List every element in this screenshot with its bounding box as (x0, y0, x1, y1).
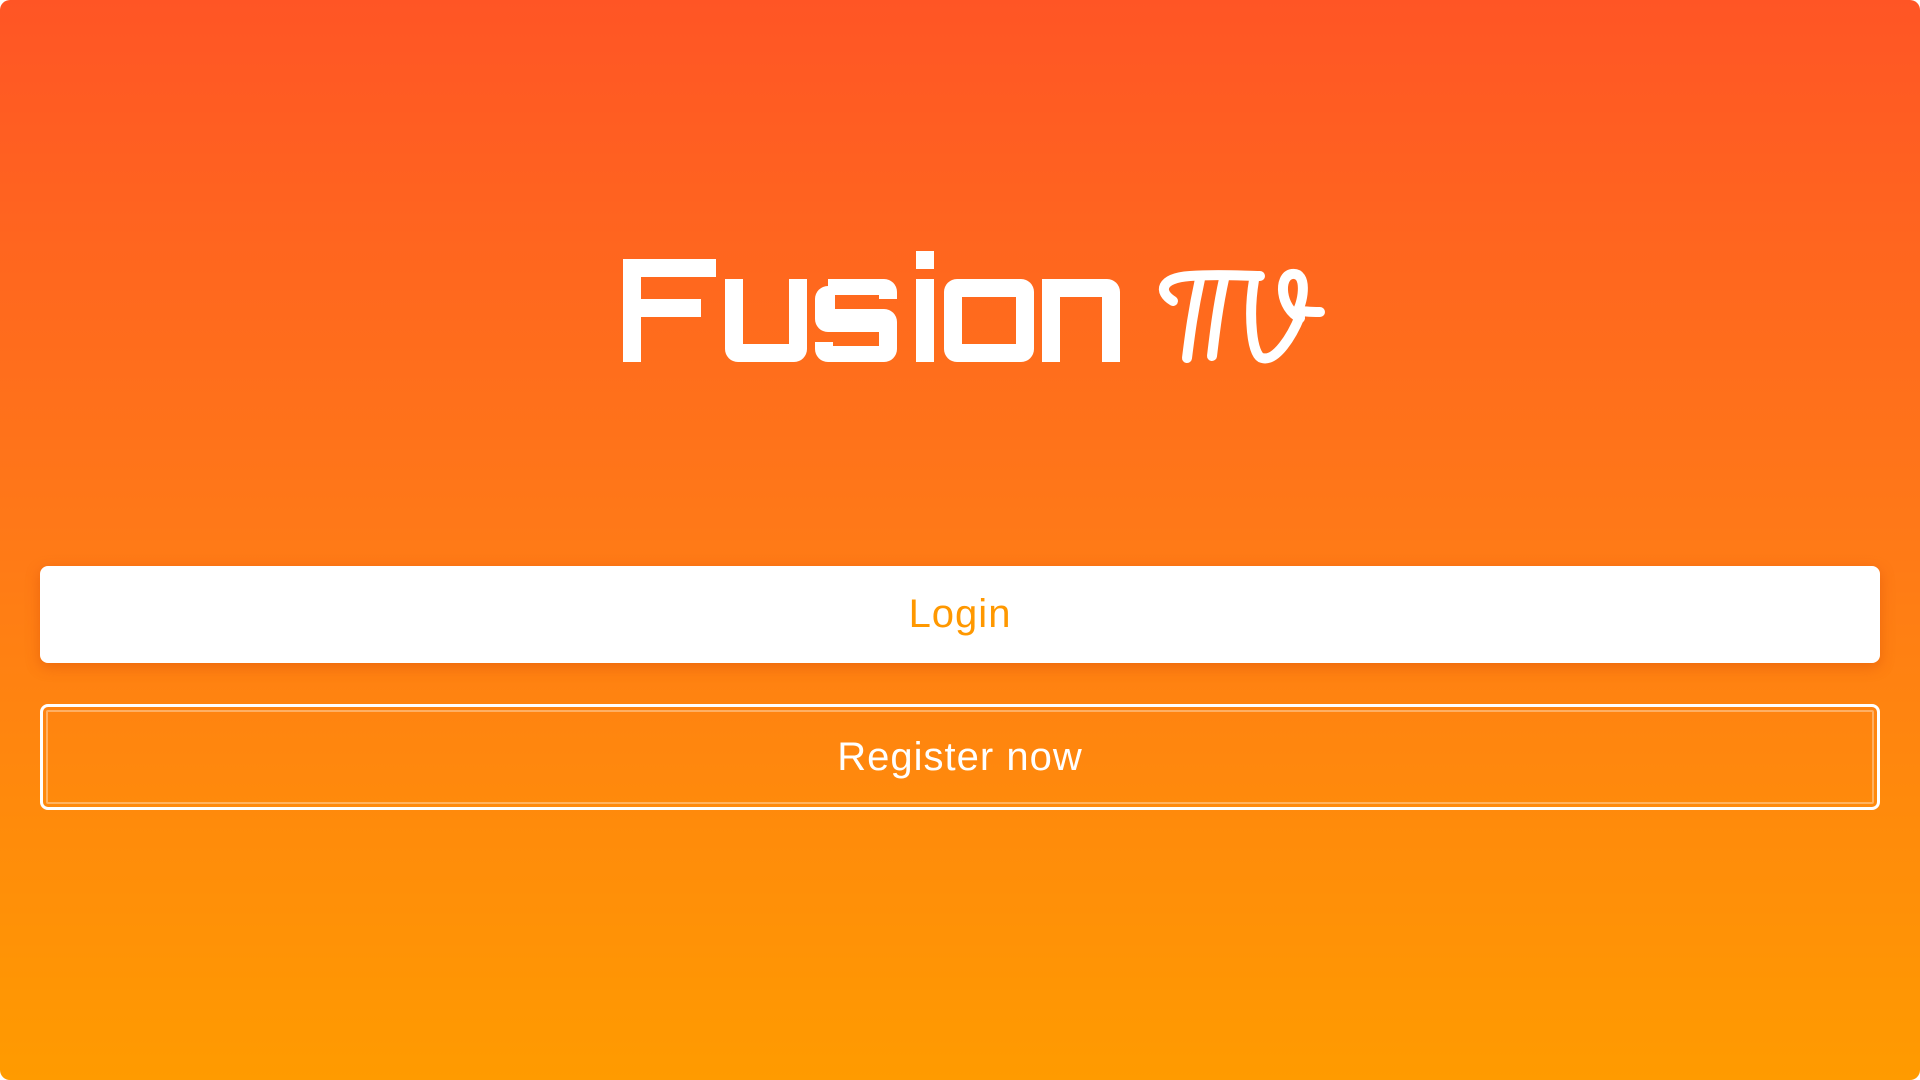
login-button[interactable]: Login (40, 566, 1880, 663)
fusion-tv-logo-graphic (623, 251, 1325, 364)
login-screen: Login Register now (0, 0, 1920, 1080)
login-button-label: Login (908, 592, 1012, 636)
fusion-tv-logo (620, 246, 1330, 366)
register-button-label: Register now (837, 734, 1083, 779)
register-button[interactable]: Register now (40, 704, 1880, 810)
